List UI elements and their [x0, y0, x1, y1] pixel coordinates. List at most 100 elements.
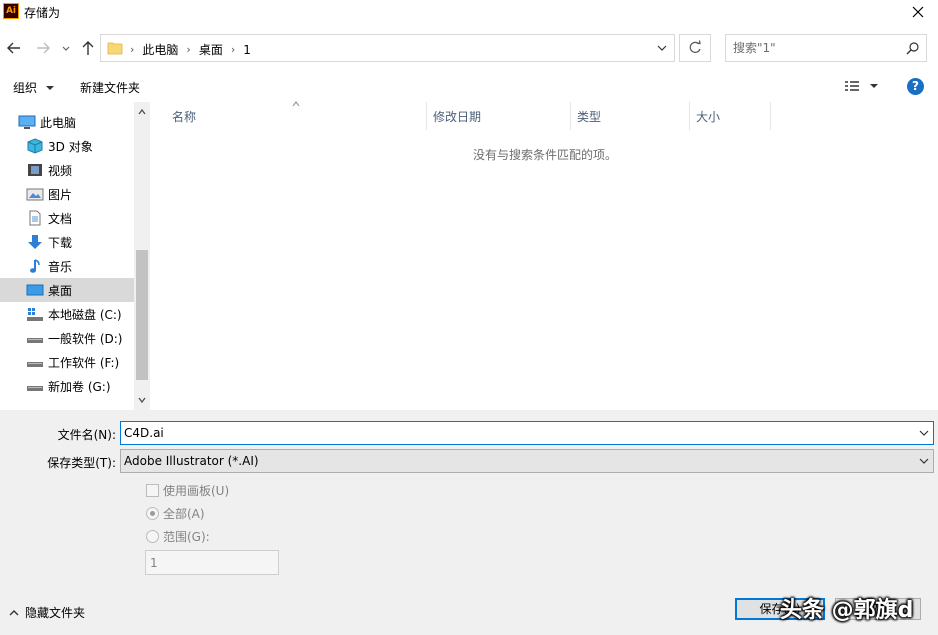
- desktop-icon: [26, 282, 44, 298]
- window-title: 存储为: [24, 6, 61, 20]
- organize-button[interactable]: 组织: [13, 79, 55, 96]
- 3d-objects-icon: [26, 138, 44, 154]
- breadcrumb-desktop[interactable]: 桌面: [194, 41, 228, 58]
- forward-button[interactable]: [35, 38, 51, 58]
- save-options-panel: 文件名(N): C4D.ai 保存类型(T): Adobe Illustrato…: [0, 410, 938, 635]
- tree-item-label: 3D 对象: [48, 139, 93, 154]
- help-icon[interactable]: ?: [907, 78, 924, 95]
- drive-icon: [26, 330, 44, 346]
- filetype-select[interactable]: Adobe Illustrator (*.AI): [120, 449, 934, 473]
- range-value: 1: [150, 556, 158, 570]
- chevron-down-icon: [919, 458, 929, 464]
- file-list[interactable]: 名称 修改日期 类型 大小 没有与搜索条件匹配的项。: [152, 101, 938, 410]
- use-artboards-label: 使用画板(U): [163, 484, 230, 498]
- downloads-icon: [26, 234, 44, 250]
- drive-icon: [26, 378, 44, 394]
- tree-item-label: 图片: [48, 187, 73, 202]
- radio-button[interactable]: [146, 530, 159, 543]
- tree-item-this-pc[interactable]: 此电脑: [0, 110, 152, 134]
- documents-icon: [26, 210, 44, 226]
- music-icon: [26, 258, 44, 274]
- tree-item-label: 此电脑: [40, 115, 77, 130]
- tree-item-label: 下载: [48, 235, 73, 250]
- pictures-icon: [26, 186, 44, 202]
- column-header-type[interactable]: 类型: [571, 102, 689, 130]
- tree-item-label: 新加卷 (G:): [48, 379, 111, 394]
- navigation-row: › 此电脑 › 桌面 › 1: [0, 30, 938, 66]
- tree-item-desktop[interactable]: 桌面: [0, 278, 134, 302]
- chevron-right-icon[interactable]: ›: [127, 43, 137, 56]
- computer-icon: [18, 114, 36, 130]
- watermark: 头条 @郭旗d: [780, 598, 914, 623]
- search-input[interactable]: [733, 39, 893, 57]
- breadcrumb: › 此电脑 › 桌面 › 1: [127, 41, 256, 58]
- illustrator-app-icon: Ai: [3, 3, 19, 19]
- chevron-up-icon[interactable]: [137, 107, 147, 117]
- column-header-size[interactable]: 大小: [690, 102, 770, 130]
- column-header-label: 大小: [696, 109, 721, 124]
- nav-pane-scrollbar[interactable]: [134, 102, 150, 410]
- filename-input[interactable]: C4D.ai: [120, 421, 934, 445]
- arrow-left-icon: [7, 42, 20, 54]
- tree-item-label: 文档: [48, 211, 73, 226]
- breadcrumb-this-pc[interactable]: 此电脑: [137, 41, 183, 58]
- tree-item-label: 桌面: [48, 283, 73, 298]
- navigation-pane: 此电脑 3D 对象 视频 图片 文档 下载 音乐 桌面 本地磁盘 (C:) 一般…: [0, 102, 150, 410]
- sort-ascending-icon: [292, 101, 300, 107]
- command-toolbar: 组织 新建文件夹 ?: [0, 72, 938, 102]
- title-bar: Ai 存储为: [0, 0, 938, 24]
- address-bar[interactable]: › 此电脑 › 桌面 › 1: [100, 34, 675, 62]
- search-box[interactable]: [725, 34, 927, 62]
- drive-icon: [26, 354, 44, 370]
- close-icon: [912, 6, 924, 18]
- chevron-down-icon[interactable]: [919, 428, 929, 438]
- chevron-down-icon[interactable]: [137, 395, 147, 405]
- checkbox-box[interactable]: [146, 484, 159, 497]
- filetype-label: 保存类型(T):: [47, 456, 116, 470]
- details-view-icon: [845, 81, 878, 91]
- column-header-label: 类型: [577, 109, 602, 124]
- refresh-button[interactable]: [679, 34, 711, 62]
- up-button[interactable]: [80, 38, 96, 58]
- hide-folders-label: 隐藏文件夹: [25, 606, 86, 620]
- tree-item-label: 音乐: [48, 259, 73, 274]
- column-header-label: 名称: [172, 109, 197, 124]
- filetype-value: Adobe Illustrator (*.AI): [124, 454, 259, 468]
- scrollbar-thumb[interactable]: [136, 250, 148, 380]
- chevron-up-icon: [9, 609, 19, 615]
- column-header-date-modified[interactable]: 修改日期: [427, 102, 570, 130]
- range-radio[interactable]: 范围(G):: [146, 528, 210, 545]
- column-header-label: 修改日期: [433, 109, 482, 124]
- chevron-down-icon: [62, 46, 70, 51]
- hide-folders-toggle[interactable]: 隐藏文件夹: [8, 604, 85, 621]
- use-artboards-checkbox[interactable]: 使用画板(U): [146, 482, 229, 499]
- all-radio[interactable]: 全部(A): [146, 505, 205, 522]
- column-divider[interactable]: [770, 102, 771, 130]
- chevron-right-icon[interactable]: ›: [228, 43, 238, 56]
- organize-label: 组织: [13, 81, 38, 95]
- recent-locations-button[interactable]: [61, 38, 71, 58]
- arrow-up-icon: [82, 41, 94, 55]
- filename-value: C4D.ai: [124, 426, 164, 440]
- close-button[interactable]: [904, 0, 932, 24]
- video-icon: [26, 162, 44, 178]
- new-folder-button[interactable]: 新建文件夹: [80, 79, 140, 96]
- caret-down-icon: [45, 86, 54, 90]
- chevron-right-icon[interactable]: ›: [183, 43, 193, 56]
- range-radio-label: 范围(G):: [163, 530, 210, 544]
- tree-item-label: 一般软件 (D:): [48, 331, 123, 346]
- all-radio-label: 全部(A): [163, 507, 205, 521]
- refresh-icon: [689, 40, 701, 53]
- back-button[interactable]: [6, 38, 22, 58]
- range-input[interactable]: 1: [145, 550, 279, 575]
- breadcrumb-folder-1[interactable]: 1: [238, 43, 256, 57]
- tree-item-label: 视频: [48, 163, 73, 178]
- chevron-down-icon[interactable]: [656, 41, 668, 55]
- radio-button-selected[interactable]: [146, 507, 159, 520]
- folder-icon: [107, 42, 123, 55]
- drive-c-icon: [26, 306, 44, 322]
- tree-item-label: 工作软件 (F:): [48, 355, 120, 370]
- change-view-button[interactable]: [844, 79, 884, 96]
- arrow-right-icon: [37, 42, 50, 54]
- search-icon[interactable]: [906, 41, 920, 55]
